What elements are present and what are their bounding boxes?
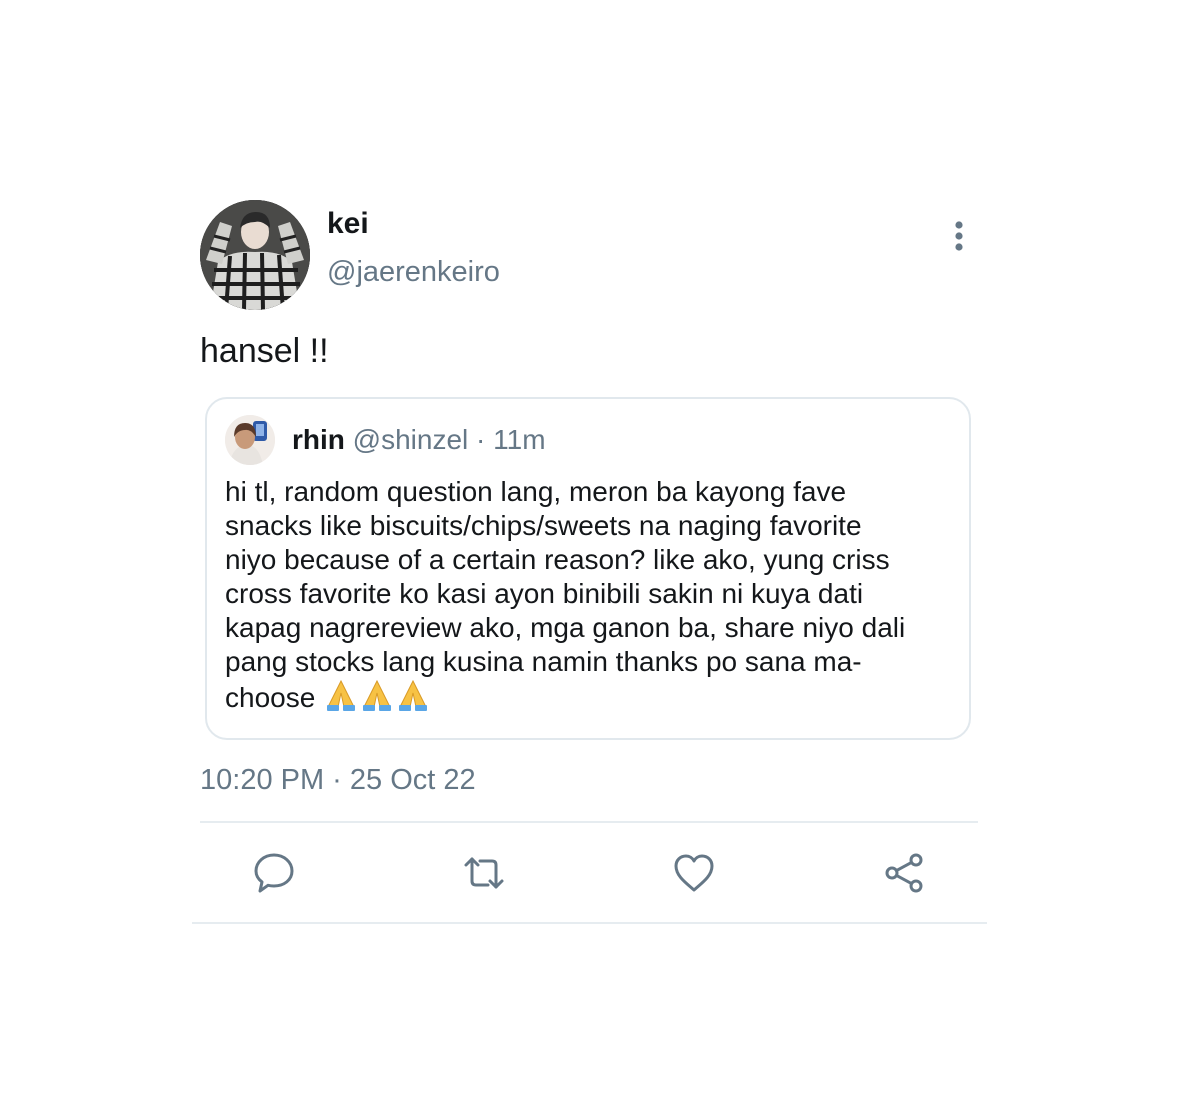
author-handle[interactable]: @jaerenkeiro <box>327 254 500 290</box>
author-avatar[interactable] <box>200 200 310 310</box>
quoted-tweet-time: 11m <box>493 424 546 455</box>
tweet-detail: kei @jaerenkeiro hansel !! rhin @shinzel… <box>0 0 1179 1119</box>
heart-icon <box>674 854 714 892</box>
author-display-name[interactable]: kei <box>327 206 369 242</box>
quoted-tweet-text: hi tl, random question lang, meron ba ka… <box>225 475 945 719</box>
share-nodes-icon <box>885 853 923 893</box>
divider <box>192 922 987 924</box>
like-button[interactable] <box>672 851 716 895</box>
quoted-separator: · <box>476 424 486 455</box>
more-vertical-icon <box>955 221 963 251</box>
quoted-author-name: rhin <box>292 424 345 455</box>
retweet-arrows-icon <box>464 857 504 889</box>
quoted-author-avatar <box>225 415 275 465</box>
retweet-button[interactable] <box>462 851 506 895</box>
speech-bubble-icon <box>254 853 294 893</box>
tweet-text: hansel !! <box>200 332 329 370</box>
quoted-author-handle: @shinzel <box>352 424 469 455</box>
share-button[interactable] <box>882 851 926 895</box>
divider <box>200 821 978 823</box>
quoted-tweet-card[interactable]: rhin @shinzel · 11m hi tl, random questi… <box>205 397 971 740</box>
more-options-button[interactable] <box>940 218 978 254</box>
quoted-tweet-text-body: hi tl, random question lang, meron ba ka… <box>225 476 906 713</box>
reply-button[interactable] <box>252 851 296 895</box>
tweet-timestamp[interactable]: 10:20 PM · 25 Oct 22 <box>200 762 476 798</box>
folded-hands-emoji-icon <box>325 679 433 719</box>
quoted-tweet-header: rhin @shinzel · 11m <box>292 423 546 457</box>
